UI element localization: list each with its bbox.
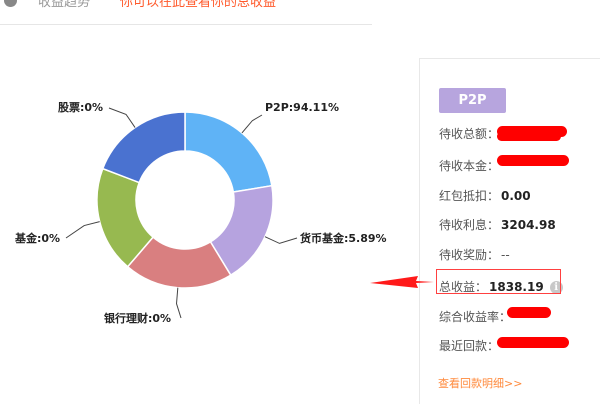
slice-leader-line	[65, 221, 100, 239]
row-red-packet: 红包抵扣： 0.00	[439, 187, 531, 204]
row-label: 综合收益率：	[439, 310, 512, 324]
p2p-detail-panel: P2P 待收总额： 待收本金： 红包抵扣： 0.00 待收利息： 3204.98 待…	[419, 58, 600, 404]
allocation-donut-chart: P2P:94.11% 货币基金:5.89% 银行理财:0% 基金:0% 股票:0%	[14, 101, 387, 325]
row-principal-receivable: 待收本金：	[439, 157, 499, 174]
slice-leader-line	[176, 287, 182, 319]
row-label: 最近回款：	[439, 339, 500, 353]
redaction-mark	[497, 337, 569, 348]
slice-leader-line	[264, 236, 298, 244]
row-reward-receivable: 待收奖励： --	[439, 246, 510, 263]
slice-label: 基金:0%	[14, 231, 60, 245]
row-label: 待收总额：	[439, 127, 500, 141]
p2p-badge: P2P	[439, 88, 506, 113]
slice-label: 银行理财:0%	[104, 311, 171, 325]
row-label: 红包抵扣：	[439, 189, 500, 203]
slice-label: 货币基金:5.89%	[299, 231, 387, 245]
slice-leader-line	[241, 114, 263, 134]
highlight-box	[436, 269, 561, 294]
row-yield-rate: 综合收益率：	[439, 308, 511, 325]
redaction-mark	[497, 132, 561, 141]
row-value: 0.00	[501, 189, 531, 203]
row-value: 3204.98	[501, 218, 556, 232]
row-interest-receivable: 待收利息： 3204.98	[439, 216, 556, 233]
row-label: 待收奖励：	[439, 248, 500, 262]
slice-leader-line	[108, 107, 136, 128]
row-recent-payment: 最近回款：	[439, 337, 499, 354]
slice-4[interactable]	[101, 111, 186, 184]
slice-0[interactable]	[184, 111, 273, 193]
row-total-receivable: 待收总额：	[439, 125, 499, 142]
slice-label: P2P:94.11%	[265, 101, 339, 114]
slice-label: 股票:0%	[58, 101, 103, 114]
row-value: --	[501, 248, 510, 262]
redaction-mark	[507, 307, 551, 318]
row-label: 待收本金：	[439, 159, 500, 173]
payment-detail-link[interactable]: 查看回款明细>>	[438, 375, 522, 391]
redaction-mark	[497, 155, 569, 166]
row-label: 待收利息：	[439, 218, 500, 232]
